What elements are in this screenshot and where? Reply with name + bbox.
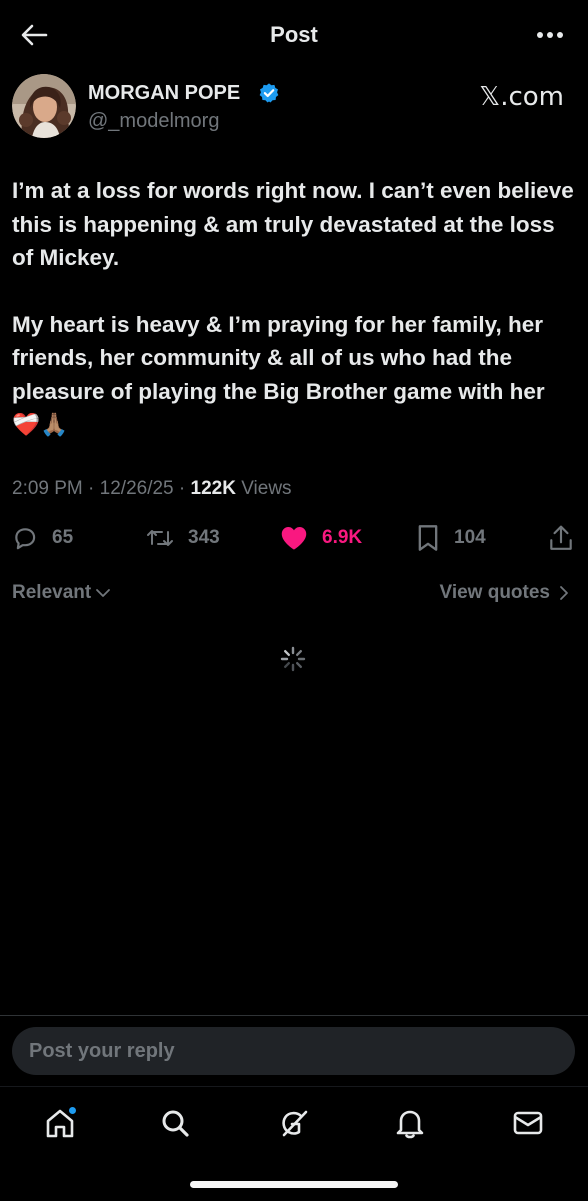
sort-dropdown[interactable]: Relevant (12, 582, 112, 604)
top-bar: Post (0, 0, 588, 68)
more-options-button[interactable] (532, 20, 568, 50)
post-actions: 65 343 6.9K 104 (0, 520, 588, 560)
bookmark-count: 104 (454, 527, 486, 548)
view-quotes-label: View quotes (439, 582, 550, 603)
author-handle[interactable]: @_modelmorg (88, 110, 219, 133)
post-author: MORGAN POPE @_modelmorg 𝕏.com (0, 72, 588, 142)
nav-grok[interactable] (274, 1105, 314, 1141)
nav-notifications[interactable] (390, 1105, 430, 1141)
nav-messages[interactable] (508, 1105, 548, 1141)
views-label: Views (241, 478, 292, 499)
post-paragraph: My heart is heavy & I’m praying for her … (12, 311, 545, 438)
post-text: I’m at a loss for words right now. I can… (12, 174, 578, 442)
reply-button[interactable]: 65 (12, 520, 73, 556)
share-button[interactable] (548, 520, 574, 556)
bell-icon (396, 1110, 424, 1139)
bookmark-button[interactable]: 104 (416, 520, 486, 556)
reply-placeholder: Post your reply (29, 1039, 175, 1062)
reply-count: 65 (52, 527, 74, 548)
grok-icon (282, 1110, 308, 1137)
replies-filter-row: Relevant View quotes (0, 582, 588, 610)
notification-dot (69, 1107, 76, 1114)
avatar-image (12, 74, 76, 138)
like-button[interactable]: 6.9K (280, 520, 362, 556)
heart-filled-icon (281, 527, 307, 550)
verified-badge-icon (259, 83, 279, 103)
home-indicator[interactable] (190, 1181, 398, 1188)
like-count: 6.9K (322, 527, 363, 548)
post-time[interactable]: 2:09 PM (12, 478, 83, 499)
source-label: 𝕏.com (479, 82, 564, 112)
nav-search[interactable] (155, 1105, 195, 1141)
avatar[interactable] (12, 74, 76, 138)
nav-home[interactable] (40, 1105, 80, 1141)
page-title: Post (270, 22, 318, 47)
more-horizontal-icon (537, 32, 563, 38)
chevron-down-icon (96, 589, 111, 597)
repost-count: 343 (188, 527, 220, 548)
post-date[interactable]: 12/26/25 (100, 478, 174, 499)
bookmark-icon (418, 525, 438, 551)
post-metadata: 2:09 PM · 12/26/25 · 122K Views (12, 478, 292, 500)
loading-spinner-icon (280, 646, 306, 672)
repost-button[interactable]: 343 (146, 520, 220, 556)
share-icon (550, 525, 572, 550)
search-icon (162, 1110, 189, 1137)
views-count[interactable]: 122K (191, 478, 236, 499)
reply-bubble-icon (15, 528, 36, 550)
post-paragraph: I’m at a loss for words right now. I can… (12, 178, 574, 270)
envelope-icon (513, 1111, 543, 1135)
meta-separator: · (178, 478, 191, 499)
reply-divider (0, 1015, 588, 1016)
meta-separator: · (88, 478, 100, 499)
reply-input[interactable]: Post your reply (12, 1027, 575, 1075)
author-display-name[interactable]: MORGAN POPE (88, 82, 240, 105)
chevron-right-icon (560, 586, 568, 600)
repost-icon (147, 530, 173, 546)
view-quotes-link[interactable]: View quotes (439, 582, 572, 604)
sort-label: Relevant (12, 582, 92, 603)
